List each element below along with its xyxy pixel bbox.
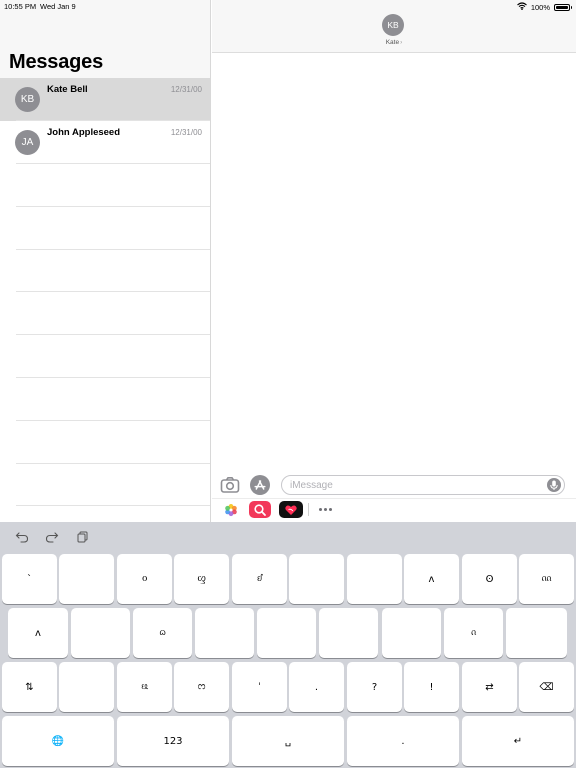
globe-key[interactable]: 🌐 (2, 716, 114, 766)
key[interactable]: ᦶ (519, 554, 574, 604)
camera-icon[interactable] (220, 476, 240, 494)
microphone-icon[interactable] (547, 478, 561, 492)
key[interactable] (347, 554, 402, 604)
empty-list-row (0, 464, 210, 507)
battery-icon (554, 3, 572, 11)
contact-name: Kate (385, 39, 400, 46)
ipad-screen: Messages KB Kate Bell 12/31/00 JA John A… (0, 0, 576, 768)
key[interactable]: . (347, 716, 459, 766)
empty-list-row (0, 421, 210, 464)
chevron-right-icon: › (400, 39, 403, 46)
avatar: KB (15, 87, 40, 112)
conversation-name: John Appleseed (47, 127, 121, 138)
onscreen-keyboard: ˋ ᦞ ᦐ ᦊ ᴧ ʘ ᦶ ᴧ ᦒ ᦵ ⇅ ᦕ ᦂ ˈ . ? ! ⇄ ⌫ 🌐 … (0, 522, 576, 768)
app-store-icon[interactable] (250, 475, 270, 495)
status-indicators: 100% (516, 2, 572, 12)
undo-icon[interactable] (14, 530, 30, 544)
key[interactable] (71, 608, 130, 658)
layout-switch-key[interactable]: ⇄ (462, 662, 517, 712)
key[interactable]: ᦕ (117, 662, 172, 712)
shift-key[interactable]: ⇅ (2, 662, 57, 712)
delete-key[interactable]: ⌫ (519, 662, 574, 712)
empty-list-row (0, 164, 210, 207)
conversation-name: Kate Bell (47, 84, 88, 95)
compose-bar (212, 472, 576, 498)
sidebar-title: Messages (9, 51, 104, 73)
key[interactable]: ᦐ (174, 554, 229, 604)
key[interactable] (59, 662, 114, 712)
conversation-date: 12/31/00 (170, 128, 202, 137)
key[interactable]: ʘ (462, 554, 517, 604)
battery-level (556, 5, 568, 9)
battery-percent: 100% (530, 2, 550, 12)
key[interactable]: ᦊ (232, 554, 287, 604)
wifi-icon (516, 2, 527, 12)
key[interactable] (319, 608, 378, 658)
key[interactable]: ᦂ (174, 662, 229, 712)
conversation-list: KB Kate Bell 12/31/00 JA John Appleseed … (0, 78, 210, 522)
space-key[interactable]: ␣ (232, 716, 344, 766)
key[interactable]: ˋ (2, 554, 57, 604)
strip-divider (308, 503, 309, 516)
key[interactable]: ? (347, 662, 402, 712)
status-bar: 10:55 PM Wed Jan 9 100% (0, 0, 576, 14)
key[interactable]: . (289, 662, 344, 712)
key[interactable] (59, 554, 114, 604)
redo-icon[interactable] (44, 530, 60, 544)
photos-app-icon[interactable] (220, 501, 242, 518)
keyboard-shortcut-bar (0, 522, 576, 552)
empty-list-row (0, 335, 210, 378)
status-date: Wed Jan 9 (40, 2, 76, 11)
key[interactable] (257, 608, 316, 658)
key[interactable]: ᦵ (444, 608, 503, 658)
avatar: JA (15, 130, 40, 155)
paste-icon[interactable] (75, 530, 91, 544)
numbers-key[interactable]: 123 (117, 716, 229, 766)
return-key[interactable]: ↵ (462, 716, 574, 766)
empty-list-row (0, 207, 210, 250)
conversation-date: 12/31/00 (170, 85, 202, 94)
image-search-app-icon[interactable] (249, 501, 271, 518)
status-time: 10:55 PM (4, 2, 37, 11)
digital-touch-app-icon[interactable] (279, 501, 303, 518)
contact-avatar[interactable]: KB (382, 14, 404, 36)
key[interactable]: ᦞ (117, 554, 172, 604)
key[interactable]: ᴧ (404, 554, 459, 604)
empty-list-row (0, 506, 210, 522)
message-input[interactable] (281, 475, 565, 495)
key[interactable] (195, 608, 254, 658)
key[interactable] (506, 608, 567, 658)
conversation-row-john-appleseed[interactable]: JA John Appleseed 12/31/00 (0, 121, 210, 164)
contact-name-button[interactable]: Kate› (212, 39, 576, 46)
more-apps-icon[interactable] (316, 501, 334, 518)
imessage-app-strip (212, 498, 576, 522)
conversation-row-kate-bell[interactable]: KB Kate Bell 12/31/00 (0, 78, 210, 121)
conversation-pane: KB Kate› (212, 0, 576, 522)
empty-list-row (0, 292, 210, 335)
empty-list-row (0, 378, 210, 421)
key[interactable]: ᴧ (8, 608, 68, 658)
key[interactable] (382, 608, 441, 658)
key[interactable]: ˈ (232, 662, 287, 712)
key[interactable]: ᦒ (133, 608, 192, 658)
key[interactable]: ! (404, 662, 459, 712)
conversation-sidebar: Messages KB Kate Bell 12/31/00 JA John A… (0, 0, 211, 522)
empty-list-row (0, 250, 210, 293)
key[interactable] (289, 554, 344, 604)
